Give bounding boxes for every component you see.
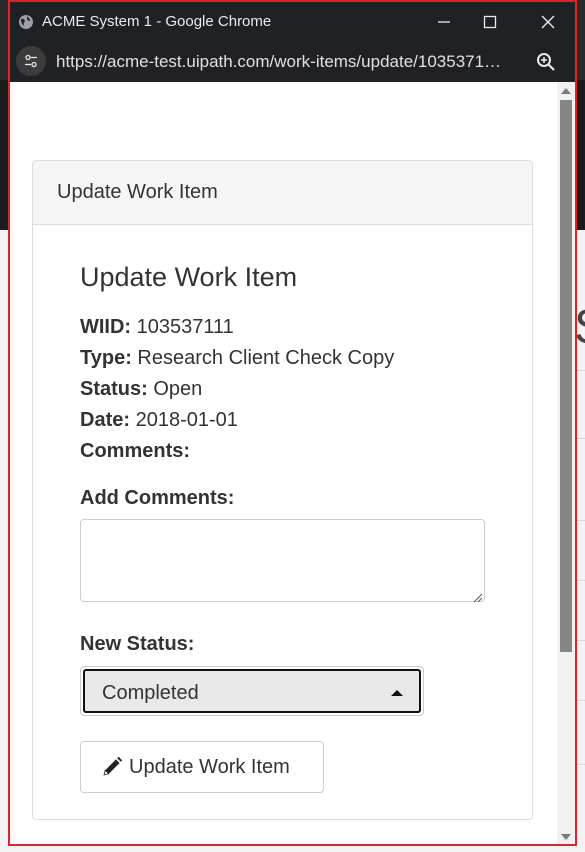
comments-row: Comments:	[80, 440, 190, 463]
scroll-down-arrow-icon[interactable]	[561, 834, 571, 840]
comments-label: Comments:	[80, 440, 191, 462]
resize-handle-icon[interactable]	[473, 593, 483, 603]
date-value: 2018-01-01	[135, 409, 238, 431]
site-settings-button[interactable]	[16, 46, 46, 76]
scroll-up-arrow-icon[interactable]	[561, 88, 571, 94]
page-content: Update Work Item Update Work Item WIID: …	[10, 82, 557, 844]
window-title: ACME System 1 - Google Chrome	[42, 13, 272, 30]
status-label: Status:	[80, 378, 148, 400]
window-titlebar[interactable]: ACME System 1 - Google Chrome	[10, 2, 575, 40]
popup-window: ACME System 1 - Google Chrome https://ac…	[8, 0, 577, 846]
type-row: Type: Research Client Check Copy	[80, 347, 394, 370]
panel-heading: Update Work Item	[33, 161, 532, 225]
close-icon	[541, 15, 555, 29]
wiid-label: WIID:	[80, 316, 132, 338]
new-status-selected-value: Completed	[102, 682, 199, 704]
date-label: Date:	[80, 409, 131, 431]
type-label: Type:	[80, 347, 132, 369]
date-row: Date: 2018-01-01	[80, 409, 238, 432]
update-work-item-button[interactable]: Update Work Item	[80, 741, 324, 793]
new-status-select[interactable]: Completed	[80, 666, 424, 716]
new-status-label: New Status:	[80, 633, 195, 655]
wiid-row: WIID: 103537111	[80, 316, 234, 339]
type-value: Research Client Check Copy	[137, 347, 395, 369]
address-bar: https://acme-test.uipath.com/work-items/…	[10, 40, 575, 82]
maximize-button[interactable]	[470, 8, 510, 36]
status-row: Status: Open	[80, 378, 202, 401]
caret-up-icon	[391, 690, 403, 696]
zoom-icon[interactable]	[534, 50, 558, 74]
form-title: Update Work Item	[80, 262, 298, 292]
add-comments-label: Add Comments:	[80, 487, 235, 509]
add-comments-textarea[interactable]	[80, 519, 485, 602]
update-panel: Update Work Item Update Work Item WIID: …	[32, 160, 533, 820]
status-value: Open	[153, 378, 203, 400]
url-text[interactable]: https://acme-test.uipath.com/work-items/…	[56, 52, 501, 72]
maximize-icon	[483, 15, 497, 29]
close-button[interactable]	[528, 8, 568, 36]
minimize-button[interactable]	[424, 8, 464, 36]
scrollbar-thumb[interactable]	[560, 100, 572, 652]
new-status-row: New Status:	[80, 633, 194, 656]
wiid-value: 103537111	[136, 316, 234, 338]
tune-icon	[25, 54, 37, 68]
globe-icon	[19, 15, 33, 29]
add-comments-row: Add Comments:	[80, 487, 234, 510]
new-status-select-box[interactable]: Completed	[83, 669, 421, 713]
update-work-item-label: Update Work Item	[129, 755, 290, 778]
pencil-icon	[103, 756, 123, 776]
vertical-scrollbar[interactable]	[557, 82, 575, 844]
minimize-icon	[438, 21, 450, 23]
